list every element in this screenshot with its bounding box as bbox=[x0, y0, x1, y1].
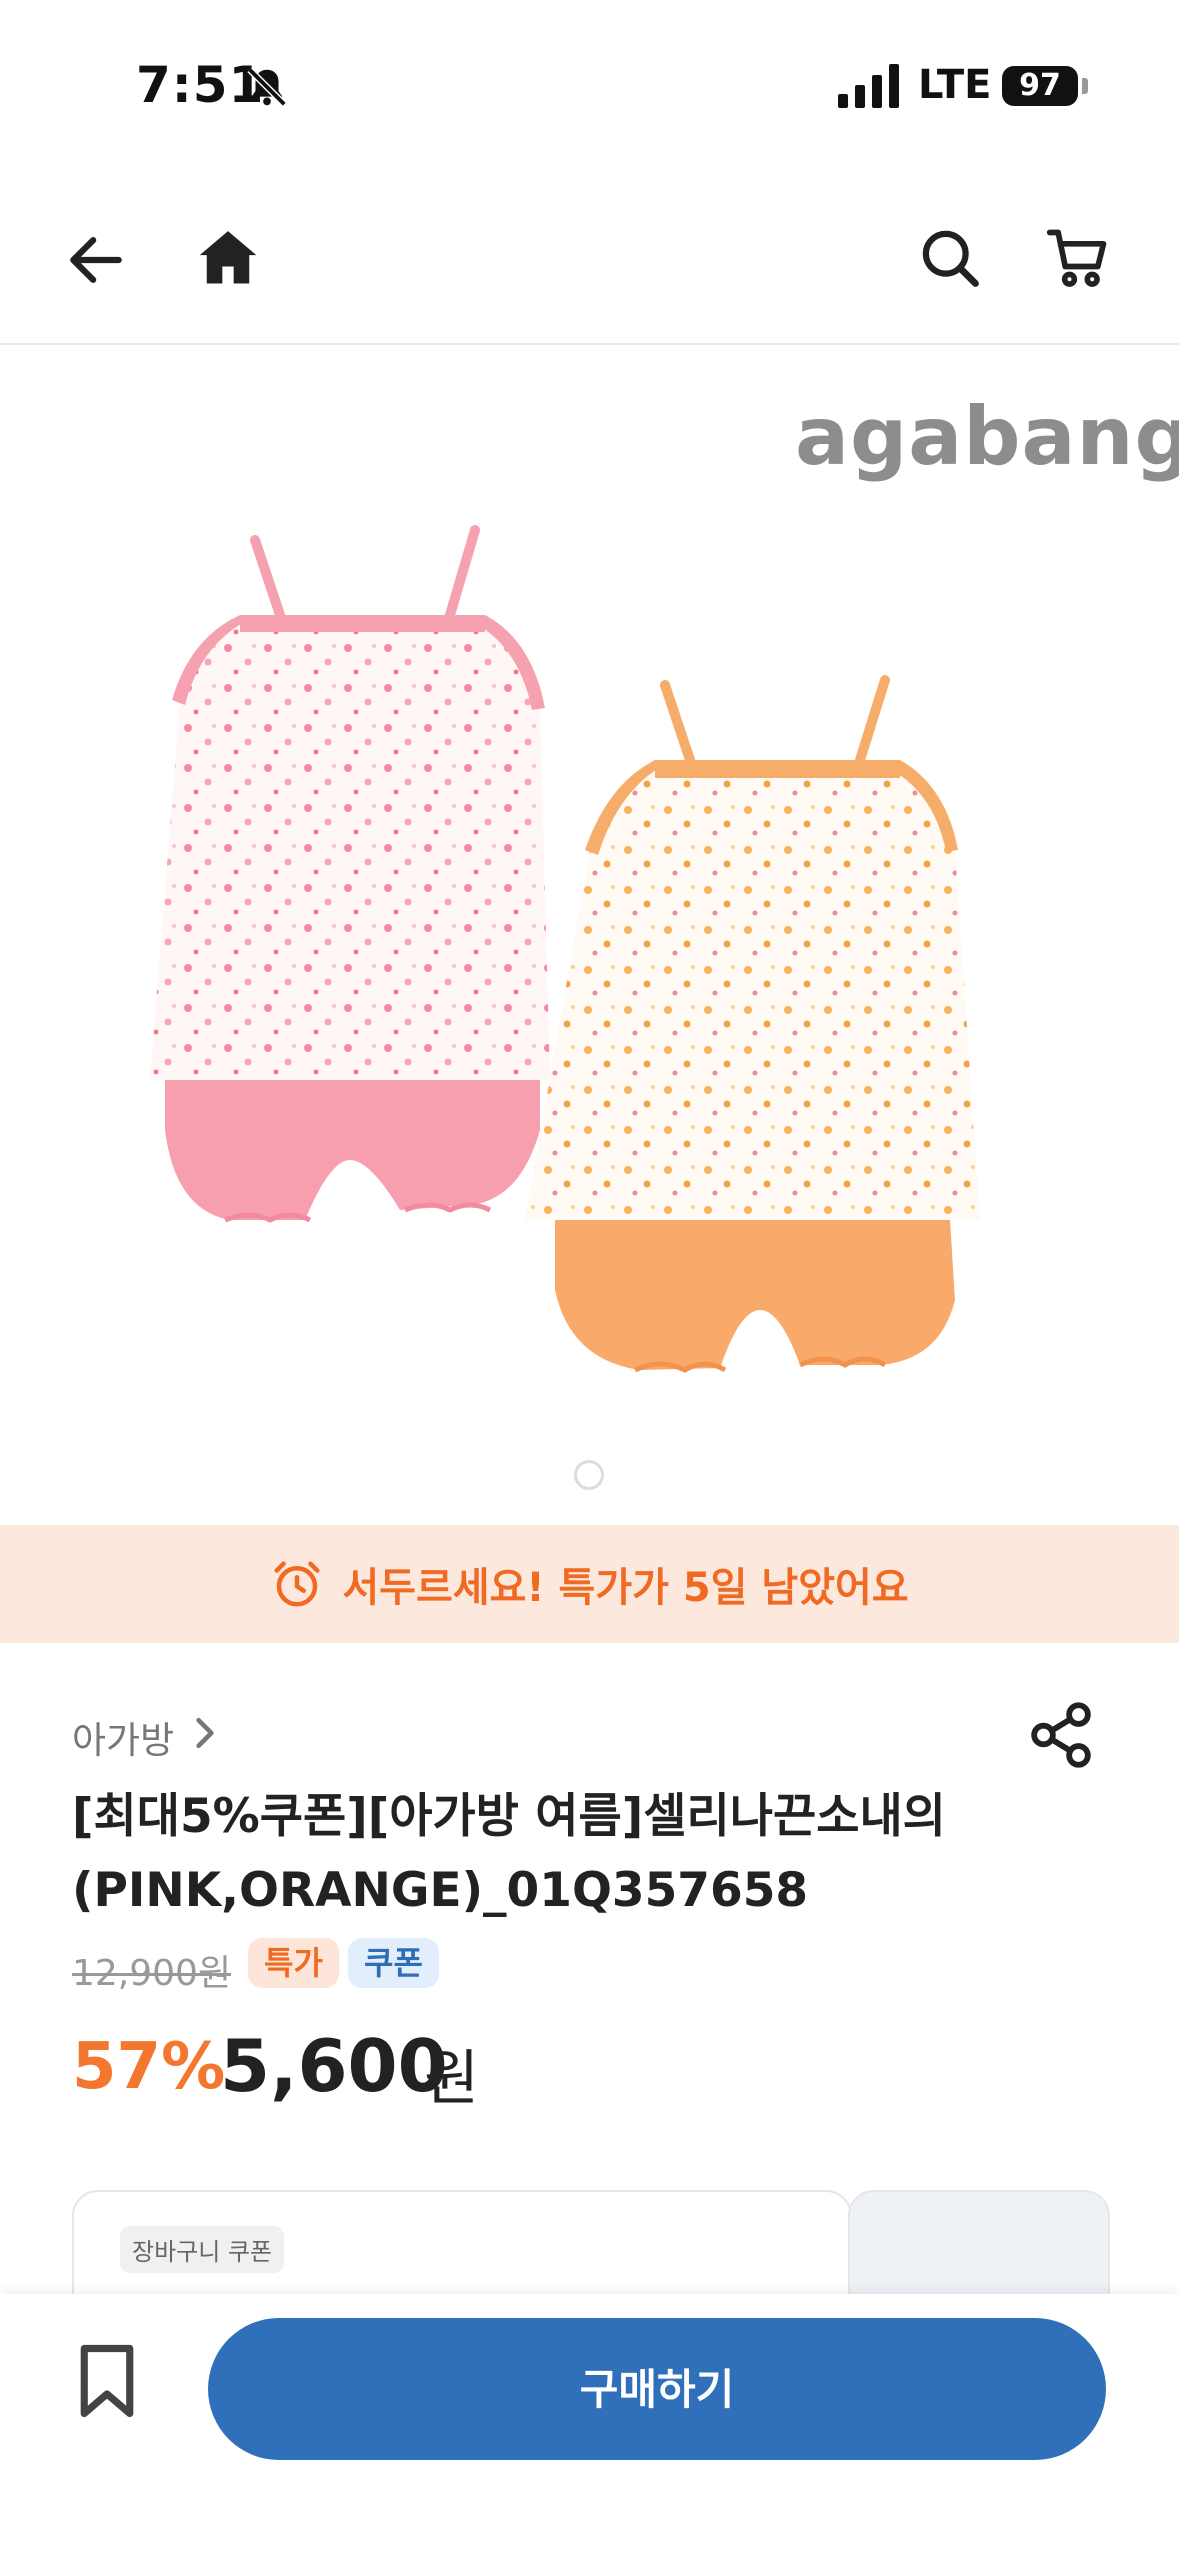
bookmark-icon[interactable] bbox=[74, 2342, 140, 2420]
sale-price: 5,600 bbox=[220, 2024, 448, 2108]
coupon-badge: 쿠폰 bbox=[348, 1938, 439, 1988]
cart-icon[interactable] bbox=[1044, 224, 1112, 292]
original-price: 12,900원 bbox=[72, 1953, 232, 1994]
sale-badge: 특가 bbox=[248, 1938, 339, 1988]
battery-level: 97 bbox=[1002, 66, 1078, 106]
brand-logo: agabang bbox=[795, 390, 1179, 483]
coupon-tag: 장바구니 쿠폰 bbox=[120, 2226, 285, 2273]
bell-muted-icon bbox=[247, 67, 287, 107]
hurry-banner-content: 서두르세요! 특가가 5일 남았어요 bbox=[0, 1525, 1179, 1643]
arrow-left-icon[interactable] bbox=[62, 226, 130, 294]
discount-rate: 57% bbox=[72, 2030, 226, 2104]
brand-link[interactable]: 아가방 bbox=[72, 1710, 174, 1764]
search-icon[interactable] bbox=[916, 224, 984, 292]
hurry-banner-text: 서두르세요! 특가가 5일 남았어요 bbox=[342, 1565, 909, 1611]
share-icon[interactable] bbox=[1026, 1700, 1096, 1770]
currency-unit: 원 bbox=[424, 2044, 480, 2114]
product-image[interactable] bbox=[140, 520, 1040, 1400]
chevron-right-icon[interactable] bbox=[192, 1716, 218, 1750]
home-icon[interactable] bbox=[194, 224, 262, 292]
alarm-clock-icon bbox=[274, 1561, 320, 1607]
signal-icon bbox=[838, 64, 899, 108]
nav-divider bbox=[0, 343, 1179, 345]
buy-button[interactable]: 구매하기 bbox=[208, 2318, 1106, 2460]
product-title: [최대5%쿠폰][아가방 여름]셀리나끈소내의(PINK,ORANGE)_01Q… bbox=[72, 1789, 946, 1918]
battery-cap bbox=[1082, 78, 1088, 94]
image-pager-dot[interactable] bbox=[574, 1460, 604, 1490]
network-type: LTE bbox=[918, 62, 992, 108]
